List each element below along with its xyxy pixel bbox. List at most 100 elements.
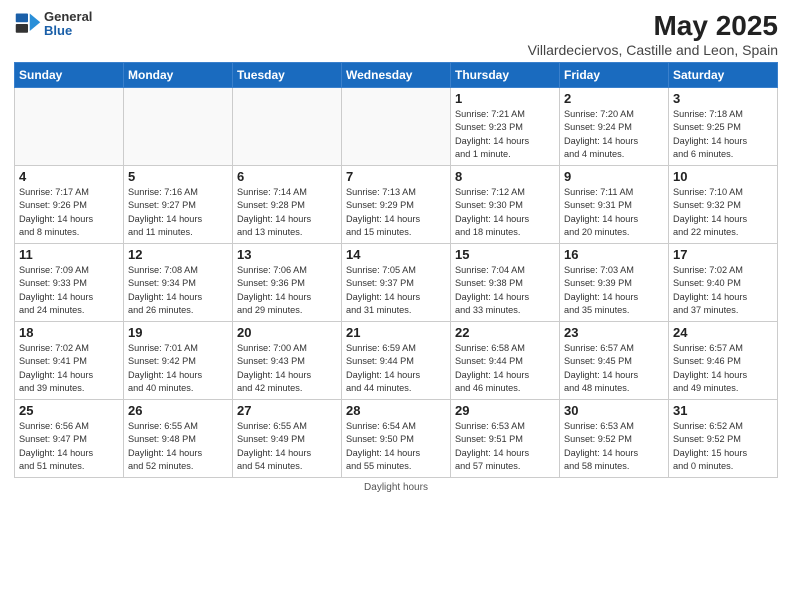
day-cell: 23Sunrise: 6:57 AM Sunset: 9:45 PM Dayli… bbox=[560, 322, 669, 400]
day-number: 31 bbox=[673, 403, 773, 418]
day-number: 17 bbox=[673, 247, 773, 262]
day-info: Sunrise: 7:09 AM Sunset: 9:33 PM Dayligh… bbox=[19, 264, 119, 317]
page-subtitle: Villardeciervos, Castille and Leon, Spai… bbox=[528, 42, 778, 58]
day-cell bbox=[15, 88, 124, 166]
col-header-friday: Friday bbox=[560, 63, 669, 88]
day-info: Sunrise: 7:05 AM Sunset: 9:37 PM Dayligh… bbox=[346, 264, 446, 317]
day-cell: 15 Sunrise: 7:04 AM Sunset: 9:38 PM Dayli… bbox=[451, 244, 560, 322]
logo-icon bbox=[14, 10, 42, 38]
day-number: 15 bbox=[455, 247, 555, 262]
day-cell: 13Sunrise: 7:06 AM Sunset: 9:36 PM Dayli… bbox=[233, 244, 342, 322]
day-number: 7 bbox=[346, 169, 446, 184]
logo: General Blue bbox=[14, 10, 92, 39]
day-info: Sunrise: 7:20 AM Sunset: 9:24 PM Dayligh… bbox=[564, 108, 664, 161]
day-info: Sunrise: 6:59 AM Sunset: 9:44 PM Dayligh… bbox=[346, 342, 446, 395]
day-cell: 24Sunrise: 6:57 AM Sunset: 9:46 PM Dayli… bbox=[669, 322, 778, 400]
day-cell: 25Sunrise: 6:56 AM Sunset: 9:47 PM Dayli… bbox=[15, 400, 124, 478]
week-row-4: 25Sunrise: 6:56 AM Sunset: 9:47 PM Dayli… bbox=[15, 400, 778, 478]
day-info: Sunrise: 6:55 AM Sunset: 9:49 PM Dayligh… bbox=[237, 420, 337, 473]
day-cell bbox=[124, 88, 233, 166]
day-number: 22 bbox=[455, 325, 555, 340]
day-number: 11 bbox=[19, 247, 119, 262]
day-info: Sunrise: 7:02 AM Sunset: 9:41 PM Dayligh… bbox=[19, 342, 119, 395]
day-cell: 20Sunrise: 7:00 AM Sunset: 9:43 PM Dayli… bbox=[233, 322, 342, 400]
day-info: Sunrise: 7:17 AM Sunset: 9:26 PM Dayligh… bbox=[19, 186, 119, 239]
day-info: Sunrise: 6:52 AM Sunset: 9:52 PM Dayligh… bbox=[673, 420, 773, 473]
calendar-table: SundayMondayTuesdayWednesdayThursdayFrid… bbox=[14, 62, 778, 478]
day-cell: 9Sunrise: 7:11 AM Sunset: 9:31 PM Daylig… bbox=[560, 166, 669, 244]
day-number: 19 bbox=[128, 325, 228, 340]
day-info: Sunrise: 7:11 AM Sunset: 9:31 PM Dayligh… bbox=[564, 186, 664, 239]
logo-text: General Blue bbox=[44, 10, 92, 39]
day-info: Sunrise: 7:13 AM Sunset: 9:29 PM Dayligh… bbox=[346, 186, 446, 239]
day-info: Sunrise: 6:58 AM Sunset: 9:44 PM Dayligh… bbox=[455, 342, 555, 395]
day-info: Sunrise: 7:12 AM Sunset: 9:30 PM Dayligh… bbox=[455, 186, 555, 239]
day-cell: 12 Sunrise: 7:08 AM Sunset: 9:34 PM Dayli… bbox=[124, 244, 233, 322]
page-title: May 2025 bbox=[528, 10, 778, 42]
day-cell: 2 Sunrise: 7:20 AM Sunset: 9:24 PM Daylig… bbox=[560, 88, 669, 166]
header: General Blue May 2025 Villardeciervos, C… bbox=[14, 10, 778, 58]
day-cell: 17 Sunrise: 7:02 AM Sunset: 9:40 PM Dayli… bbox=[669, 244, 778, 322]
day-number: 30 bbox=[564, 403, 664, 418]
day-cell: 11 Sunrise: 7:09 AM Sunset: 9:33 PM Dayli… bbox=[15, 244, 124, 322]
footer-note: Daylight hours bbox=[14, 482, 778, 493]
day-info: Sunrise: 6:53 AM Sunset: 9:51 PM Dayligh… bbox=[455, 420, 555, 473]
day-info: Sunrise: 7:08 AM Sunset: 9:34 PM Dayligh… bbox=[128, 264, 228, 317]
col-header-saturday: Saturday bbox=[669, 63, 778, 88]
col-header-tuesday: Tuesday bbox=[233, 63, 342, 88]
day-number: 5 bbox=[128, 169, 228, 184]
day-number: 16 bbox=[564, 247, 664, 262]
day-cell: 19Sunrise: 7:01 AM Sunset: 9:42 PM Dayli… bbox=[124, 322, 233, 400]
day-cell: 8 Sunrise: 7:12 AM Sunset: 9:30 PM Daylig… bbox=[451, 166, 560, 244]
col-header-sunday: Sunday bbox=[15, 63, 124, 88]
day-number: 18 bbox=[19, 325, 119, 340]
day-number: 21 bbox=[346, 325, 446, 340]
day-cell: 6Sunrise: 7:14 AM Sunset: 9:28 PM Daylig… bbox=[233, 166, 342, 244]
day-cell: 26 Sunrise: 6:55 AM Sunset: 9:48 PM Dayli… bbox=[124, 400, 233, 478]
day-number: 12 bbox=[128, 247, 228, 262]
day-cell: 31 Sunrise: 6:52 AM Sunset: 9:52 PM Dayli… bbox=[669, 400, 778, 478]
day-info: Sunrise: 6:55 AM Sunset: 9:48 PM Dayligh… bbox=[128, 420, 228, 473]
day-number: 2 bbox=[564, 91, 664, 106]
day-cell: 29 Sunrise: 6:53 AM Sunset: 9:51 PM Dayli… bbox=[451, 400, 560, 478]
day-cell bbox=[342, 88, 451, 166]
day-info: Sunrise: 6:54 AM Sunset: 9:50 PM Dayligh… bbox=[346, 420, 446, 473]
week-row-3: 18 Sunrise: 7:02 AM Sunset: 9:41 PM Dayli… bbox=[15, 322, 778, 400]
col-header-wednesday: Wednesday bbox=[342, 63, 451, 88]
day-cell: 10Sunrise: 7:10 AM Sunset: 9:32 PM Dayli… bbox=[669, 166, 778, 244]
day-number: 10 bbox=[673, 169, 773, 184]
col-header-monday: Monday bbox=[124, 63, 233, 88]
day-info: Sunrise: 7:03 AM Sunset: 9:39 PM Dayligh… bbox=[564, 264, 664, 317]
day-info: Sunrise: 7:18 AM Sunset: 9:25 PM Dayligh… bbox=[673, 108, 773, 161]
week-row-0: 1Sunrise: 7:21 AM Sunset: 9:23 PM Daylig… bbox=[15, 88, 778, 166]
day-number: 1 bbox=[455, 91, 555, 106]
week-row-1: 4 Sunrise: 7:17 AM Sunset: 9:26 PM Daylig… bbox=[15, 166, 778, 244]
day-cell: 1Sunrise: 7:21 AM Sunset: 9:23 PM Daylig… bbox=[451, 88, 560, 166]
day-number: 3 bbox=[673, 91, 773, 106]
day-info: Sunrise: 6:53 AM Sunset: 9:52 PM Dayligh… bbox=[564, 420, 664, 473]
day-cell: 22 Sunrise: 6:58 AM Sunset: 9:44 PM Dayli… bbox=[451, 322, 560, 400]
day-number: 29 bbox=[455, 403, 555, 418]
day-cell: 27Sunrise: 6:55 AM Sunset: 9:49 PM Dayli… bbox=[233, 400, 342, 478]
logo-line1: General bbox=[44, 10, 92, 24]
day-cell: 21 Sunrise: 6:59 AM Sunset: 9:44 PM Dayli… bbox=[342, 322, 451, 400]
week-row-2: 11 Sunrise: 7:09 AM Sunset: 9:33 PM Dayli… bbox=[15, 244, 778, 322]
day-info: Sunrise: 6:57 AM Sunset: 9:45 PM Dayligh… bbox=[564, 342, 664, 395]
day-cell: 28Sunrise: 6:54 AM Sunset: 9:50 PM Dayli… bbox=[342, 400, 451, 478]
day-cell: 16 Sunrise: 7:03 AM Sunset: 9:39 PM Dayli… bbox=[560, 244, 669, 322]
day-cell: 4 Sunrise: 7:17 AM Sunset: 9:26 PM Daylig… bbox=[15, 166, 124, 244]
day-info: Sunrise: 6:56 AM Sunset: 9:47 PM Dayligh… bbox=[19, 420, 119, 473]
logo-line2: Blue bbox=[44, 24, 92, 38]
day-cell: 14Sunrise: 7:05 AM Sunset: 9:37 PM Dayli… bbox=[342, 244, 451, 322]
col-header-thursday: Thursday bbox=[451, 63, 560, 88]
day-info: Sunrise: 7:16 AM Sunset: 9:27 PM Dayligh… bbox=[128, 186, 228, 239]
day-cell: 30 Sunrise: 6:53 AM Sunset: 9:52 PM Dayli… bbox=[560, 400, 669, 478]
day-number: 4 bbox=[19, 169, 119, 184]
day-number: 8 bbox=[455, 169, 555, 184]
day-number: 26 bbox=[128, 403, 228, 418]
page: General Blue May 2025 Villardeciervos, C… bbox=[0, 0, 792, 503]
day-cell bbox=[233, 88, 342, 166]
day-cell: 5 Sunrise: 7:16 AM Sunset: 9:27 PM Daylig… bbox=[124, 166, 233, 244]
day-info: Sunrise: 7:04 AM Sunset: 9:38 PM Dayligh… bbox=[455, 264, 555, 317]
day-info: Sunrise: 7:02 AM Sunset: 9:40 PM Dayligh… bbox=[673, 264, 773, 317]
